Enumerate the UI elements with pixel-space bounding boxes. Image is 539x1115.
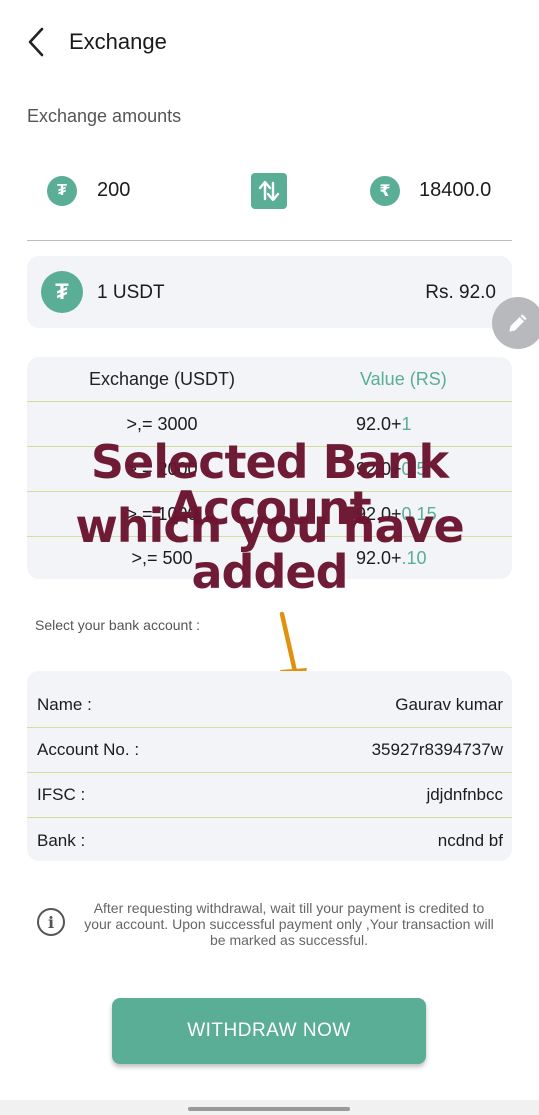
bank-name-label: Bank :	[37, 830, 86, 850]
pencil-icon	[509, 314, 527, 332]
bank-row-bank: Bank : ncdnd bf	[27, 818, 512, 861]
table-row: >,= 500 92.0+.10	[27, 537, 512, 579]
row-base: 92.0+	[356, 547, 402, 568]
table-row: >,= 1000 92.0+0.15	[27, 492, 512, 537]
edit-button[interactable]	[492, 297, 539, 349]
column-header-value: Value (RS)	[360, 368, 447, 389]
ifsc-value: jdjdnfnbcc	[426, 785, 503, 804]
rate-value: Rs. 92.0	[425, 282, 496, 303]
row-value: 92.0+0.5	[297, 459, 512, 480]
home-indicator[interactable]	[188, 1107, 350, 1111]
swap-button[interactable]	[251, 173, 287, 209]
row-base: 92.0+	[356, 458, 402, 479]
row-bonus: 0.15	[401, 503, 437, 524]
ifsc-label: IFSC :	[37, 785, 86, 804]
chevron-left-icon	[28, 27, 44, 57]
row-bonus: 1	[401, 413, 412, 434]
row-value: 92.0+.10	[297, 548, 512, 569]
account-label: Account No. :	[37, 740, 140, 759]
row-threshold: >,= 3000	[126, 413, 198, 434]
exchange-amounts-label: Exchange amounts	[27, 106, 182, 126]
row-value: 92.0+1	[297, 414, 512, 435]
bank-account-card[interactable]: Name : Gaurav kumar Account No. : 35927r…	[27, 671, 512, 861]
info-icon: i	[37, 908, 65, 936]
row-threshold: >,= 500	[131, 547, 193, 568]
back-button[interactable]	[20, 24, 52, 60]
exchange-rate-table: Exchange (USDT) Value (RS) >,= 3000 92.0…	[27, 357, 512, 579]
row-value: 92.0+0.15	[297, 504, 512, 525]
page-title: Exchange	[69, 29, 167, 54]
rupee-icon: ₹	[370, 176, 400, 206]
usdt-amount-input[interactable]: 200	[97, 179, 130, 202]
name-value: Gaurav kumar	[395, 695, 503, 714]
swap-vertical-icon	[258, 180, 280, 202]
name-label: Name :	[37, 695, 92, 714]
bank-row-name: Name : Gaurav kumar	[27, 683, 512, 728]
row-threshold: >,= 1000	[126, 503, 198, 524]
select-bank-label: Select your bank account :	[35, 617, 200, 633]
table-row: >,= 2000 92.0+0.5	[27, 447, 512, 492]
table-row: >,= 3000 92.0+1	[27, 402, 512, 447]
column-header-exchange: Exchange (USDT)	[88, 368, 236, 389]
table-header-row: Exchange (USDT) Value (RS)	[27, 357, 512, 402]
row-base: 92.0+	[356, 503, 402, 524]
withdraw-now-button[interactable]: WITHDRAW NOW	[112, 998, 426, 1064]
bank-name-value: ncdnd bf	[437, 830, 503, 850]
tether-icon: ₮	[47, 176, 77, 206]
account-value: 35927r8394737w	[371, 740, 503, 759]
row-base: 92.0+	[356, 413, 402, 434]
row-bonus: .10	[401, 547, 427, 568]
rate-unit: 1 USDT	[97, 282, 165, 303]
row-threshold: >,= 2000	[126, 458, 198, 479]
row-bonus: 0.5	[401, 458, 427, 479]
withdrawal-info-text: After requesting withdrawal, wait till y…	[84, 900, 494, 948]
divider	[27, 240, 512, 241]
bank-row-account: Account No. : 35927r8394737w	[27, 728, 512, 773]
bank-row-ifsc: IFSC : jdjdnfnbcc	[27, 773, 512, 818]
inr-amount-value: 18400.0	[419, 179, 492, 201]
tether-icon: ₮	[41, 271, 83, 313]
